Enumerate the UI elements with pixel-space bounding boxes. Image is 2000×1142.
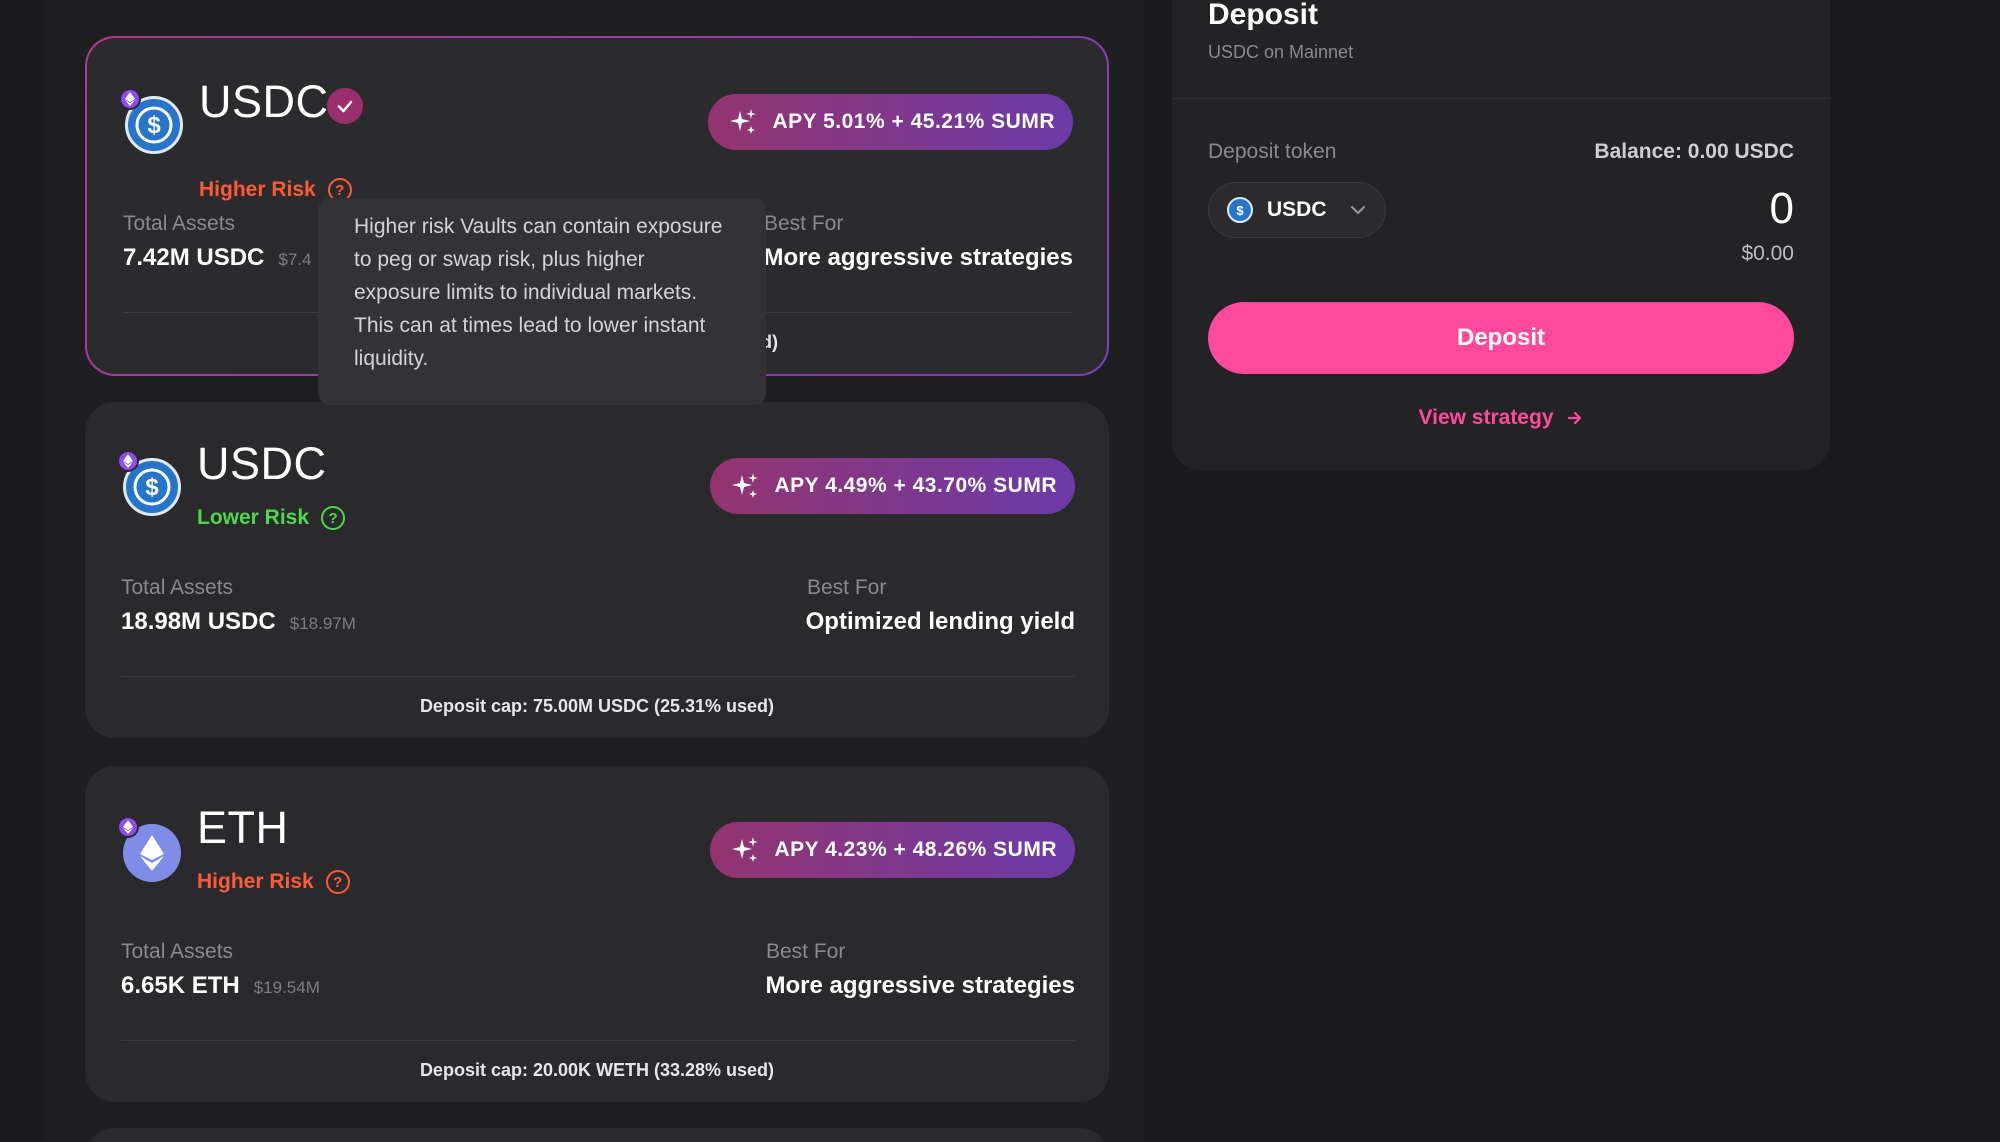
sparkle-icon [730, 109, 757, 134]
deposit-subtitle: USDC on Mainnet [1208, 42, 1354, 62]
deposit-panel: Deposit USDC on Mainnet Deposit token Ba… [1172, 0, 1830, 470]
best-for-label: Best For [807, 576, 887, 599]
risk-label: Higher Risk ? [197, 870, 350, 894]
deposit-token-label: Deposit token [1208, 140, 1337, 163]
ethereum-network-icon [117, 816, 139, 838]
risk-label: Lower Risk ? [197, 506, 346, 530]
help-icon[interactable]: ? [321, 506, 346, 530]
total-assets-label: Total Assets [121, 940, 234, 963]
vault-token-name: USDC [199, 76, 329, 127]
help-icon[interactable]: ? [325, 870, 350, 894]
total-assets-label: Total Assets [121, 576, 234, 599]
total-assets-value: 18.98M USDC $18.97M [121, 608, 356, 636]
balance-text: Balance: 0.00 USDC [1594, 140, 1794, 163]
panel-divider [1172, 98, 1830, 99]
vault-card-partial[interactable] [85, 1128, 1109, 1142]
ethereum-network-icon [117, 450, 139, 472]
view-strategy-text: View strategy [1418, 406, 1554, 429]
vault-token-name: USDC [197, 438, 327, 489]
total-assets-value: 6.65K ETH $19.54M [121, 972, 320, 1000]
selected-token: USDC [1267, 198, 1327, 221]
svg-text:$: $ [145, 474, 159, 501]
sparkle-icon [732, 837, 759, 862]
apy-text: APY 5.01% + 45.21% SUMR [772, 110, 1055, 133]
best-for-value: Optimized lending yield [805, 608, 1075, 635]
vault-token-name: ETH [197, 802, 289, 853]
card-divider [121, 1040, 1075, 1041]
apy-badge[interactable]: APY 5.01% + 45.21% SUMR [708, 94, 1073, 150]
arrow-right-icon [1567, 411, 1581, 425]
deposit-title: Deposit [1208, 0, 1319, 31]
token-select-dropdown[interactable]: $ USDC [1208, 182, 1386, 238]
usdc-token-icon: $ [1227, 197, 1253, 223]
amount-usd-value: $0.00 [1741, 242, 1794, 265]
deposit-button[interactable]: Deposit [1208, 302, 1794, 374]
card-divider [121, 676, 1075, 677]
total-assets-label: Total Assets [123, 212, 236, 235]
sparkle-icon [732, 473, 759, 498]
apy-text: APY 4.49% + 43.70% SUMR [774, 474, 1057, 497]
svg-text:$: $ [147, 112, 161, 139]
apy-text: APY 4.23% + 48.26% SUMR [774, 838, 1057, 861]
risk-text: Lower Risk [197, 506, 310, 529]
total-assets-amount: 6.65K ETH [121, 972, 240, 999]
amount-input[interactable] [1494, 184, 1794, 234]
risk-tooltip: Higher risk Vaults can contain exposure … [318, 198, 766, 405]
total-assets-amount: 7.42M USDC [123, 244, 265, 271]
chevron-down-icon [1350, 206, 1365, 214]
view-strategy-link[interactable]: View strategy [1172, 406, 1830, 430]
apy-badge[interactable]: APY 4.23% + 48.26% SUMR [710, 822, 1075, 878]
total-assets-usd: $19.54M [253, 978, 320, 997]
deposit-cap: Deposit cap: 75.00M USDC (25.31% used) [419, 696, 775, 716]
ethereum-network-icon [119, 88, 141, 110]
vault-card-usdc-lower-risk[interactable]: $ USDC Lower Risk ? APY 4.49% + 43.70% S… [85, 402, 1109, 738]
total-assets-value: 7.42M USDC $7.4 [123, 244, 311, 272]
verified-check-icon [327, 88, 363, 124]
risk-text: Higher Risk [197, 870, 314, 893]
deposit-cap: Deposit cap: 20.00K WETH (33.28% used) [419, 1060, 775, 1080]
apy-badge[interactable]: APY 4.49% + 43.70% SUMR [710, 458, 1075, 514]
best-for-value: More aggressive strategies [765, 972, 1075, 999]
total-assets-usd: $7.4 [278, 250, 312, 269]
risk-text: Higher Risk [199, 178, 316, 201]
best-for-label: Best For [766, 940, 846, 963]
vault-card-eth-higher-risk[interactable]: ETH Higher Risk ? APY 4.23% + 48.26% SUM… [85, 766, 1109, 1102]
best-for-label: Best For [764, 212, 844, 235]
total-assets-amount: 18.98M USDC [121, 608, 276, 635]
total-assets-usd: $18.97M [289, 614, 356, 633]
best-for-value: More aggressive strategies [763, 244, 1073, 271]
